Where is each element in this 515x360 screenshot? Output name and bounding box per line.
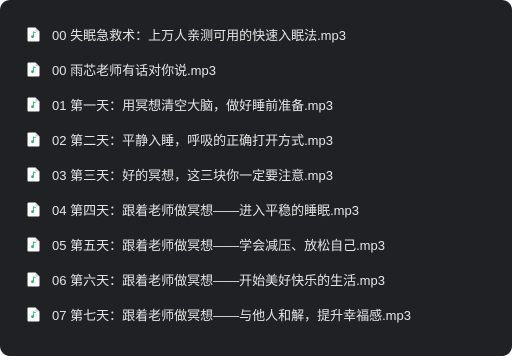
file-item[interactable]: 01 第一天：用冥想清空大脑，做好睡前准备.mp3 xyxy=(27,87,507,122)
file-item[interactable]: 04 第四天：跟着老师做冥想——进入平稳的睡眠.mp3 xyxy=(27,192,507,227)
file-name: 06 第六天：跟着老师做冥想——开始美好快乐的生活.mp3 xyxy=(52,273,385,288)
file-item[interactable]: 05 第五天：跟着老师做冥想——学会减压、放松自己.mp3 xyxy=(27,227,507,262)
audio-file-icon xyxy=(27,237,40,252)
file-name: 00 雨芯老师有话对你说.mp3 xyxy=(52,63,216,78)
file-item[interactable]: 03 第三天：好的冥想，这三块你一定要注意.mp3 xyxy=(27,157,507,192)
audio-file-icon xyxy=(27,132,40,147)
file-name: 01 第一天：用冥想清空大脑，做好睡前准备.mp3 xyxy=(52,98,333,113)
file-name: 03 第三天：好的冥想，这三块你一定要注意.mp3 xyxy=(52,168,333,183)
audio-file-icon xyxy=(27,167,40,182)
file-list: 00 失眠急救术：上万人亲测可用的快速入眠法.mp3 00 雨芯老师有话对你说.… xyxy=(27,17,507,332)
file-list-panel: 00 失眠急救术：上万人亲测可用的快速入眠法.mp3 00 雨芯老师有话对你说.… xyxy=(0,0,512,356)
file-name: 07 第七天：跟着老师做冥想——与他人和解，提升幸福感.mp3 xyxy=(52,308,411,323)
audio-file-icon xyxy=(27,97,40,112)
file-item[interactable]: 07 第七天：跟着老师做冥想——与他人和解，提升幸福感.mp3 xyxy=(27,297,507,332)
audio-file-icon xyxy=(27,202,40,217)
file-item[interactable]: 02 第二天：平静入睡，呼吸的正确打开方式.mp3 xyxy=(27,122,507,157)
file-name: 00 失眠急救术：上万人亲测可用的快速入眠法.mp3 xyxy=(52,28,346,43)
file-item[interactable]: 06 第六天：跟着老师做冥想——开始美好快乐的生活.mp3 xyxy=(27,262,507,297)
audio-file-icon xyxy=(27,272,40,287)
file-name: 04 第四天：跟着老师做冥想——进入平稳的睡眠.mp3 xyxy=(52,203,359,218)
audio-file-icon xyxy=(27,307,40,322)
audio-file-icon xyxy=(27,62,40,77)
file-item[interactable]: 00 失眠急救术：上万人亲测可用的快速入眠法.mp3 xyxy=(27,17,507,52)
file-name: 02 第二天：平静入睡，呼吸的正确打开方式.mp3 xyxy=(52,133,333,148)
file-name: 05 第五天：跟着老师做冥想——学会减压、放松自己.mp3 xyxy=(52,238,385,253)
audio-file-icon xyxy=(27,27,40,42)
file-item[interactable]: 00 雨芯老师有话对你说.mp3 xyxy=(27,52,507,87)
